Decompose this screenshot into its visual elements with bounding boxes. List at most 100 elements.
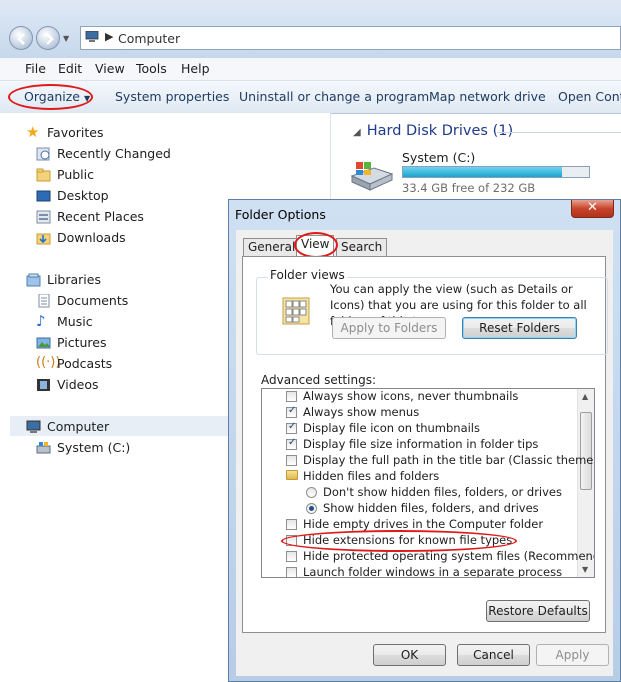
computer-icon: [85, 31, 99, 42]
menu-file[interactable]: File: [25, 61, 46, 76]
setting-checkbox-row[interactable]: Display the full path in the title bar (…: [262, 453, 594, 469]
scroll-up-arrow-icon[interactable]: ▲: [582, 392, 588, 401]
scrollbar-thumb[interactable]: [580, 412, 592, 490]
back-button[interactable]: [9, 26, 33, 50]
scroll-down-arrow-icon[interactable]: ▼: [582, 565, 588, 574]
pictures-icon: [36, 337, 51, 349]
section-title-label: Hard Disk Drives (1): [366, 123, 514, 139]
nav-item-label: Recent Places: [57, 209, 144, 224]
folder-options-dialog: Folder Options ✕ General View Search Fol…: [228, 199, 621, 682]
checkbox[interactable]: [286, 391, 297, 402]
nav-item-label: Desktop: [57, 188, 109, 203]
section-divider: [497, 132, 621, 133]
cancel-button[interactable]: Cancel: [457, 644, 530, 666]
setting-checkbox-row[interactable]: ✓ Always show menus: [262, 405, 574, 421]
setting-label: Always show icons, never thumbnails: [303, 389, 519, 403]
address-bar[interactable]: ▶ Computer: [80, 26, 621, 50]
uninstall-program-button[interactable]: Uninstall or change a program: [239, 89, 429, 104]
checkmark-icon: ✓: [288, 437, 297, 448]
open-control-panel-button[interactable]: Open Contro: [558, 89, 621, 104]
close-button[interactable]: ✕: [571, 200, 614, 218]
selected-radio-button[interactable]: [306, 503, 317, 514]
setting-checkbox-row[interactable]: Always show icons, never thumbnails: [262, 389, 574, 405]
setting-label: Display file icon on thumbnails: [303, 421, 480, 435]
hard-disk-drives-header[interactable]: ◢ Hard Disk Drives (1): [353, 123, 513, 139]
computer-icon: [26, 420, 41, 433]
film-strip-icon: [37, 379, 50, 391]
ok-button[interactable]: OK: [373, 644, 446, 666]
nav-item-label: Music: [57, 314, 93, 329]
hard-drive-icon: [36, 442, 51, 454]
nav-item-label: Documents: [57, 293, 129, 308]
advanced-settings-label: Advanced settings:: [261, 373, 376, 387]
apply-button[interactable]: Apply: [536, 644, 609, 666]
setting-label: Don't show hidden files, folders, or dri…: [323, 485, 563, 499]
checkmark-icon: ✓: [288, 421, 297, 432]
nav-item-label: Podcasts: [57, 356, 113, 371]
menu-bar: File Edit View Tools Help: [0, 58, 621, 81]
setting-label: Always show menus: [303, 405, 420, 419]
drive-free-space: 33.4 GB free of 232 GB: [402, 181, 536, 195]
radio-dot-icon: [309, 506, 314, 511]
setting-group-row: Hidden files and folders: [262, 469, 574, 485]
libraries-icon: [26, 273, 41, 287]
menu-tools[interactable]: Tools: [136, 61, 167, 76]
checked-checkbox[interactable]: ✓: [286, 405, 297, 418]
setting-label: Hide empty drives in the Computer folder: [303, 517, 544, 531]
checked-checkbox[interactable]: ✓: [286, 437, 297, 450]
checked-checkbox[interactable]: ✓: [286, 421, 297, 434]
map-network-drive-button[interactable]: Map network drive: [429, 89, 546, 104]
drive-usage-fill: [403, 167, 563, 177]
drive-name[interactable]: System (C:): [402, 150, 475, 165]
forward-button[interactable]: [36, 26, 60, 50]
recent-pages-dropdown[interactable]: ▼: [63, 34, 69, 43]
hard-drive-icon[interactable]: [348, 158, 394, 192]
show-hidden-highlight-ring: [281, 530, 517, 552]
checkbox[interactable]: [286, 455, 297, 466]
setting-label: Launch folder windows in a separate proc…: [303, 565, 563, 578]
nav-item-label: Downloads: [57, 230, 126, 245]
nav-item-label: System (C:): [57, 440, 131, 455]
setting-label: Hidden files and folders: [303, 469, 440, 483]
view-tab-highlight-ring: [294, 232, 338, 258]
downloads-folder-icon: [36, 233, 51, 245]
menu-edit[interactable]: Edit: [58, 61, 82, 76]
breadcrumb-arrow-icon[interactable]: ▶: [105, 30, 113, 43]
menu-view[interactable]: View: [95, 61, 125, 76]
documents-icon: [38, 294, 50, 308]
reset-folders-button[interactable]: Reset Folders: [462, 317, 577, 339]
recent-places-icon: [36, 210, 51, 224]
close-icon: ✕: [587, 200, 598, 215]
checkbox[interactable]: [286, 567, 297, 577]
folder-views-icon: [282, 297, 310, 325]
back-arrow-icon: [17, 33, 25, 45]
setting-checkbox-row[interactable]: ✓ Display file size information in folder…: [262, 437, 574, 453]
setting-checkbox-row[interactable]: ✓ Display file icon on thumbnails: [262, 421, 574, 437]
apply-to-folders-button[interactable]: Apply to Folders: [332, 317, 446, 339]
dialog-body: General View Search Folder views You can…: [236, 230, 613, 676]
recently-changed-icon: [36, 147, 50, 161]
nav-computer-label: Computer: [47, 419, 110, 434]
setting-radio-row[interactable]: Don't show hidden files, folders, or dri…: [262, 485, 574, 501]
restore-defaults-button[interactable]: Restore Defaults: [486, 600, 590, 622]
nav-libraries-label: Libraries: [47, 272, 101, 287]
breadcrumb-computer[interactable]: Computer: [118, 31, 180, 46]
command-bar: Organize ▼ System properties Uninstall o…: [0, 81, 621, 114]
star-icon: ★: [26, 123, 40, 141]
setting-radio-row[interactable]: Show hidden files, folders, and drives: [262, 501, 574, 517]
menu-help[interactable]: Help: [181, 61, 210, 76]
music-note-icon: ♪: [36, 312, 46, 330]
system-properties-button[interactable]: System properties: [115, 89, 229, 104]
forward-arrow-icon: [46, 33, 54, 45]
setting-label: Display file size information in folder …: [303, 437, 539, 451]
folder-views-title: Folder views: [268, 268, 347, 282]
tab-search[interactable]: Search: [336, 238, 388, 256]
nav-item-label: Recently Changed: [57, 146, 171, 161]
checkbox[interactable]: [286, 551, 297, 562]
setting-checkbox-row[interactable]: Launch folder windows in a separate proc…: [262, 565, 574, 578]
tab-general[interactable]: General: [243, 238, 301, 256]
checkbox[interactable]: [286, 519, 297, 530]
collapse-arrow-icon: ◢: [353, 127, 361, 138]
radio-button[interactable]: [306, 487, 317, 498]
organize-highlight-ring: [8, 84, 93, 110]
